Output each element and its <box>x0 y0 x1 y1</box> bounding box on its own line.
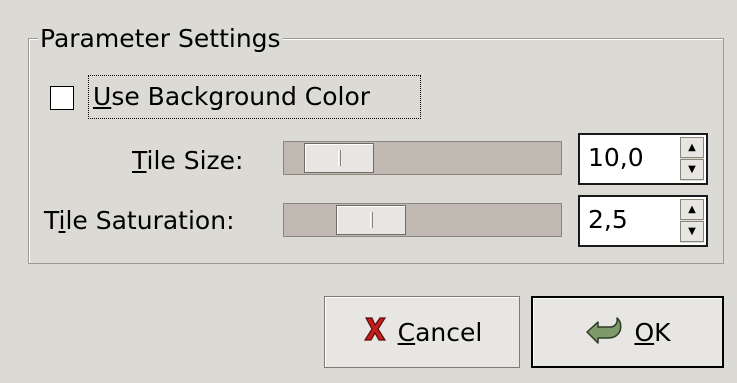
tile-saturation-label: Tile Saturation: <box>44 206 235 236</box>
tile-saturation-spin-buttons: ▲ ▼ <box>680 199 704 243</box>
cancel-mnemonic: C <box>397 317 416 347</box>
up-arrow-icon: ▲ <box>688 203 696 215</box>
ok-mnemonic: O <box>634 317 655 347</box>
tile-saturation-slider-grip <box>370 212 373 228</box>
tile-size-spin-buttons: ▲ ▼ <box>680 137 704 181</box>
tile-size-slider-thumb[interactable] <box>304 143 374 173</box>
tile-saturation-decrement-button[interactable]: ▼ <box>680 221 704 242</box>
cancel-label: ancel <box>415 317 483 347</box>
tile-size-increment-button[interactable]: ▲ <box>680 137 704 158</box>
tile-saturation-spinbox[interactable]: 2,5 ▲ ▼ <box>578 195 708 247</box>
tile-saturation-slider-thumb[interactable] <box>336 205 406 235</box>
tile-size-slider-grip <box>338 150 341 166</box>
tile-size-slider[interactable] <box>283 141 562 175</box>
use-background-color-label-text: se Background Color <box>111 82 371 111</box>
down-arrow-icon: ▼ <box>688 163 696 175</box>
ok-label: K <box>654 317 671 347</box>
up-arrow-icon: ▲ <box>688 141 696 153</box>
tile-size-label: Tile Size: <box>132 146 243 176</box>
use-background-color-mnemonic: U <box>93 82 112 111</box>
down-arrow-icon: ▼ <box>688 225 696 237</box>
use-background-color-checkbox[interactable] <box>50 86 74 110</box>
tile-saturation-increment-button[interactable]: ▲ <box>680 199 704 220</box>
ok-icon <box>584 314 624 350</box>
tile-saturation-value: 2,5 <box>588 205 628 234</box>
tile-size-value: 10,0 <box>588 143 644 172</box>
tile-size-spinbox[interactable]: 10,0 ▲ ▼ <box>578 133 708 185</box>
frame-title: Parameter Settings <box>38 24 283 54</box>
tile-size-label-rest: ile Size: <box>146 146 244 175</box>
tile-saturation-label-prefix: T <box>44 206 59 235</box>
tile-saturation-slider[interactable] <box>283 203 562 237</box>
use-background-color-label[interactable]: Use Background Color <box>88 75 421 119</box>
tile-size-label-mnemonic: T <box>132 146 147 175</box>
tile-size-decrement-button[interactable]: ▼ <box>680 159 704 180</box>
cancel-icon <box>362 315 388 349</box>
ok-button[interactable]: OK <box>531 296 724 368</box>
cancel-button[interactable]: Cancel <box>324 296 520 368</box>
tile-saturation-label-rest: le Saturation: <box>65 206 235 235</box>
